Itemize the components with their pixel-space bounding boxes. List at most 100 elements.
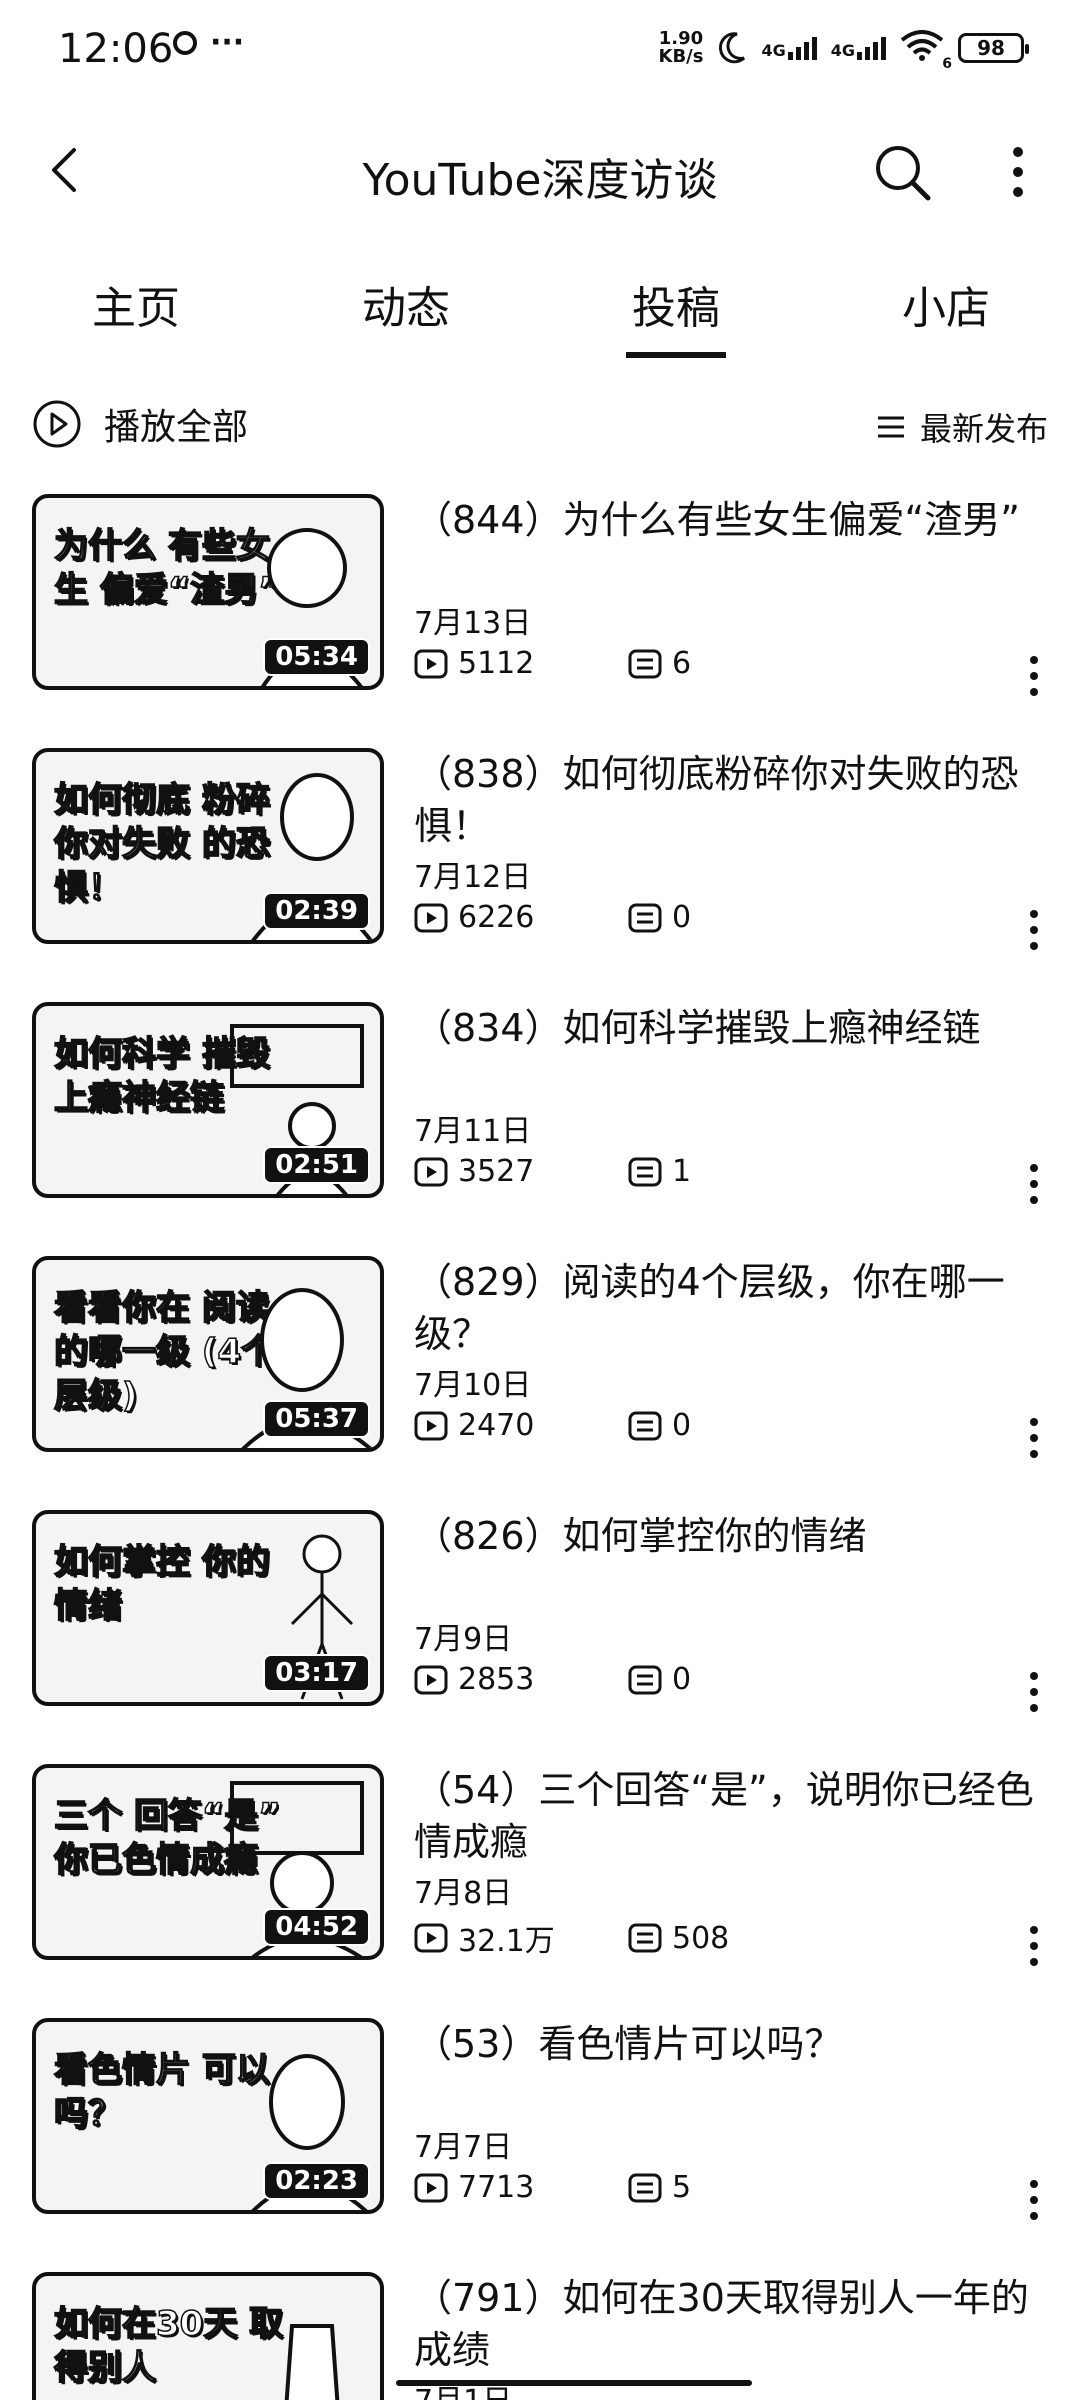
network-speed: 1.90 KB/s — [659, 30, 704, 66]
status-bar: 12:06 ··· 1.90 KB/s 4G 4G 6 98 — [0, 0, 1080, 100]
play-views-icon — [414, 903, 448, 932]
item-more-icon[interactable] — [1024, 1162, 1044, 1206]
video-date: 7月8日 — [414, 1876, 513, 1911]
video-title[interactable]: （791）如何在30天取得别人一年的成绩 — [414, 2272, 1034, 2376]
comment-count: 0 — [628, 1408, 691, 1443]
channel-tabs: 主页 动态 投稿 小店 — [0, 260, 1080, 360]
view-count-value: 3527 — [458, 1154, 535, 1189]
search-icon — [876, 146, 931, 201]
comment-count: 1 — [628, 1154, 691, 1189]
sort-label: 最新发布 — [919, 410, 1048, 448]
overflow-dots-icon: ··· — [210, 25, 245, 60]
item-more-icon[interactable] — [1024, 1924, 1044, 1968]
comment-count-value: 6 — [672, 646, 692, 681]
play-all-button[interactable]: 播放全部 — [32, 398, 248, 450]
video-thumbnail[interactable]: 如何在30天 取得别人 — [32, 2272, 384, 2400]
video-item[interactable]: 看色情片 可以吗？ 02:23 （53）看色情片可以吗？ 7月7日 7713 5 — [0, 2018, 1080, 2272]
view-count-value: 5112 — [458, 646, 535, 681]
signal-2-label: 4G — [830, 40, 855, 60]
video-item[interactable]: 如何掌控 你的情绪 03:17 （826）如何掌控你的情绪 7月9日 2853 … — [0, 1510, 1080, 1764]
video-stats: 2470 0 — [414, 1408, 691, 1443]
video-stats: 7713 5 — [414, 2170, 691, 2205]
video-date: 7月7日 — [414, 2130, 513, 2165]
video-date: 7月11日 — [414, 1114, 532, 1149]
view-count-value: 7713 — [458, 2170, 535, 2205]
video-title[interactable]: （834）如何科学摧毁上瘾神经链 — [414, 1002, 1034, 1054]
video-title[interactable]: （53）看色情片可以吗？ — [414, 2018, 1034, 2070]
comment-count: 5 — [628, 2170, 691, 2205]
video-stats: 6226 0 — [414, 900, 691, 935]
video-title[interactable]: （844）为什么有些女生偏爱“渣男” — [414, 494, 1034, 546]
wifi-icon: 6 — [900, 30, 952, 72]
comment-count: 6 — [628, 646, 691, 681]
video-thumbnail[interactable]: 如何科学 摧毁 上瘾神经链 02:51 — [32, 1002, 384, 1198]
comment-list-icon — [628, 903, 662, 932]
video-thumbnail[interactable]: 三个 回答“是” 你已色情成瘾 04:52 — [32, 1764, 384, 1960]
moon-icon — [719, 32, 746, 64]
status-time: 12:06 — [58, 26, 174, 72]
video-item[interactable]: 看看你在 阅读的哪一级 (4个层级) 05:37 （829）阅读的4个层级，你在… — [0, 1256, 1080, 1510]
item-more-icon[interactable] — [1024, 654, 1044, 698]
play-circle-icon — [33, 400, 81, 448]
tab-home[interactable]: 主页 — [36, 272, 236, 336]
video-stats: 32.1万 508 — [414, 1916, 729, 1960]
play-views-icon — [414, 1157, 448, 1186]
tab-store[interactable]: 小店 — [846, 272, 1046, 336]
video-duration: 02:51 — [263, 1146, 370, 1184]
comment-list-icon — [628, 1665, 662, 1694]
view-count: 32.1万 — [414, 1916, 628, 1960]
video-item[interactable]: 为什么 有些女生 偏爱“渣男” 05:34 （844）为什么有些女生偏爱“渣男”… — [0, 494, 1080, 748]
sort-lines-icon — [877, 416, 904, 438]
video-date: 7月10日 — [414, 1368, 532, 1403]
video-thumbnail[interactable]: 看色情片 可以吗？ 02:23 — [32, 2018, 384, 2214]
play-views-icon — [414, 1411, 448, 1440]
home-indicator[interactable] — [396, 2380, 752, 2386]
video-title[interactable]: （838）如何彻底粉碎你对失败的恐惧！ — [414, 748, 1034, 852]
signal-1-icon: 4G — [761, 36, 817, 60]
video-date: 7月13日 — [414, 606, 532, 641]
signal-2-icon: 4G — [830, 36, 886, 60]
play-views-icon — [414, 1923, 448, 1953]
view-count: 2470 — [414, 1408, 628, 1443]
item-more-icon[interactable] — [1024, 1416, 1044, 1460]
video-title[interactable]: （54）三个回答“是”，说明你已经色情成瘾 — [414, 1764, 1034, 1868]
video-duration: 03:17 — [263, 1654, 370, 1692]
video-stats: 5112 6 — [414, 646, 691, 681]
more-options-button[interactable] — [1000, 140, 1036, 204]
video-item[interactable]: 三个 回答“是” 你已色情成瘾 04:52 （54）三个回答“是”，说明你已经色… — [0, 1764, 1080, 2018]
video-stats: 3527 1 — [414, 1154, 691, 1189]
video-title[interactable]: （826）如何掌控你的情绪 — [414, 1510, 1034, 1562]
comment-list-icon — [628, 1411, 662, 1440]
comment-list-icon — [628, 1157, 662, 1186]
comment-list-icon — [628, 649, 662, 678]
comment-count-value: 0 — [672, 900, 692, 935]
tab-posts[interactable]: 动态 — [306, 272, 506, 336]
app-header: YouTube深度访谈 — [0, 120, 1080, 220]
search-button[interactable] — [870, 140, 934, 204]
comment-count-value: 0 — [672, 1662, 692, 1697]
sort-button[interactable]: 最新发布 — [876, 404, 1048, 450]
play-views-icon — [414, 649, 448, 678]
battery-level: 98 — [977, 36, 1005, 60]
comment-count-value: 508 — [672, 1920, 730, 1956]
tab-videos[interactable]: 投稿 — [576, 272, 776, 336]
video-thumbnail[interactable]: 看看你在 阅读的哪一级 (4个层级) 05:37 — [32, 1256, 384, 1452]
video-item[interactable]: 如何彻底 粉碎你对失败 的恐惧！ 02:39 （838）如何彻底粉碎你对失败的恐… — [0, 748, 1080, 1002]
video-title[interactable]: （829）阅读的4个层级，你在哪一级？ — [414, 1256, 1034, 1360]
video-date: 7月9日 — [414, 1622, 513, 1657]
video-item[interactable]: 如何科学 摧毁 上瘾神经链 02:51 （834）如何科学摧毁上瘾神经链 7月1… — [0, 1002, 1080, 1256]
item-more-icon[interactable] — [1024, 2178, 1044, 2222]
hand-illustration-icon — [284, 2324, 340, 2400]
video-thumbnail[interactable]: 如何彻底 粉碎你对失败 的恐惧！ 02:39 — [32, 748, 384, 944]
video-thumbnail[interactable]: 如何掌控 你的情绪 03:17 — [32, 1510, 384, 1706]
battery-icon: 98 — [958, 33, 1029, 63]
view-count-value: 32.1万 — [458, 1924, 555, 1959]
play-views-icon — [414, 1665, 448, 1694]
video-thumbnail[interactable]: 为什么 有些女生 偏爱“渣男” 05:34 — [32, 494, 384, 690]
view-count-value: 2470 — [458, 1408, 535, 1443]
view-count-value: 2853 — [458, 1662, 535, 1697]
item-more-icon[interactable] — [1024, 1670, 1044, 1714]
play-all-label: 播放全部 — [104, 407, 249, 448]
item-more-icon[interactable] — [1024, 908, 1044, 952]
video-duration: 05:37 — [263, 1400, 370, 1438]
